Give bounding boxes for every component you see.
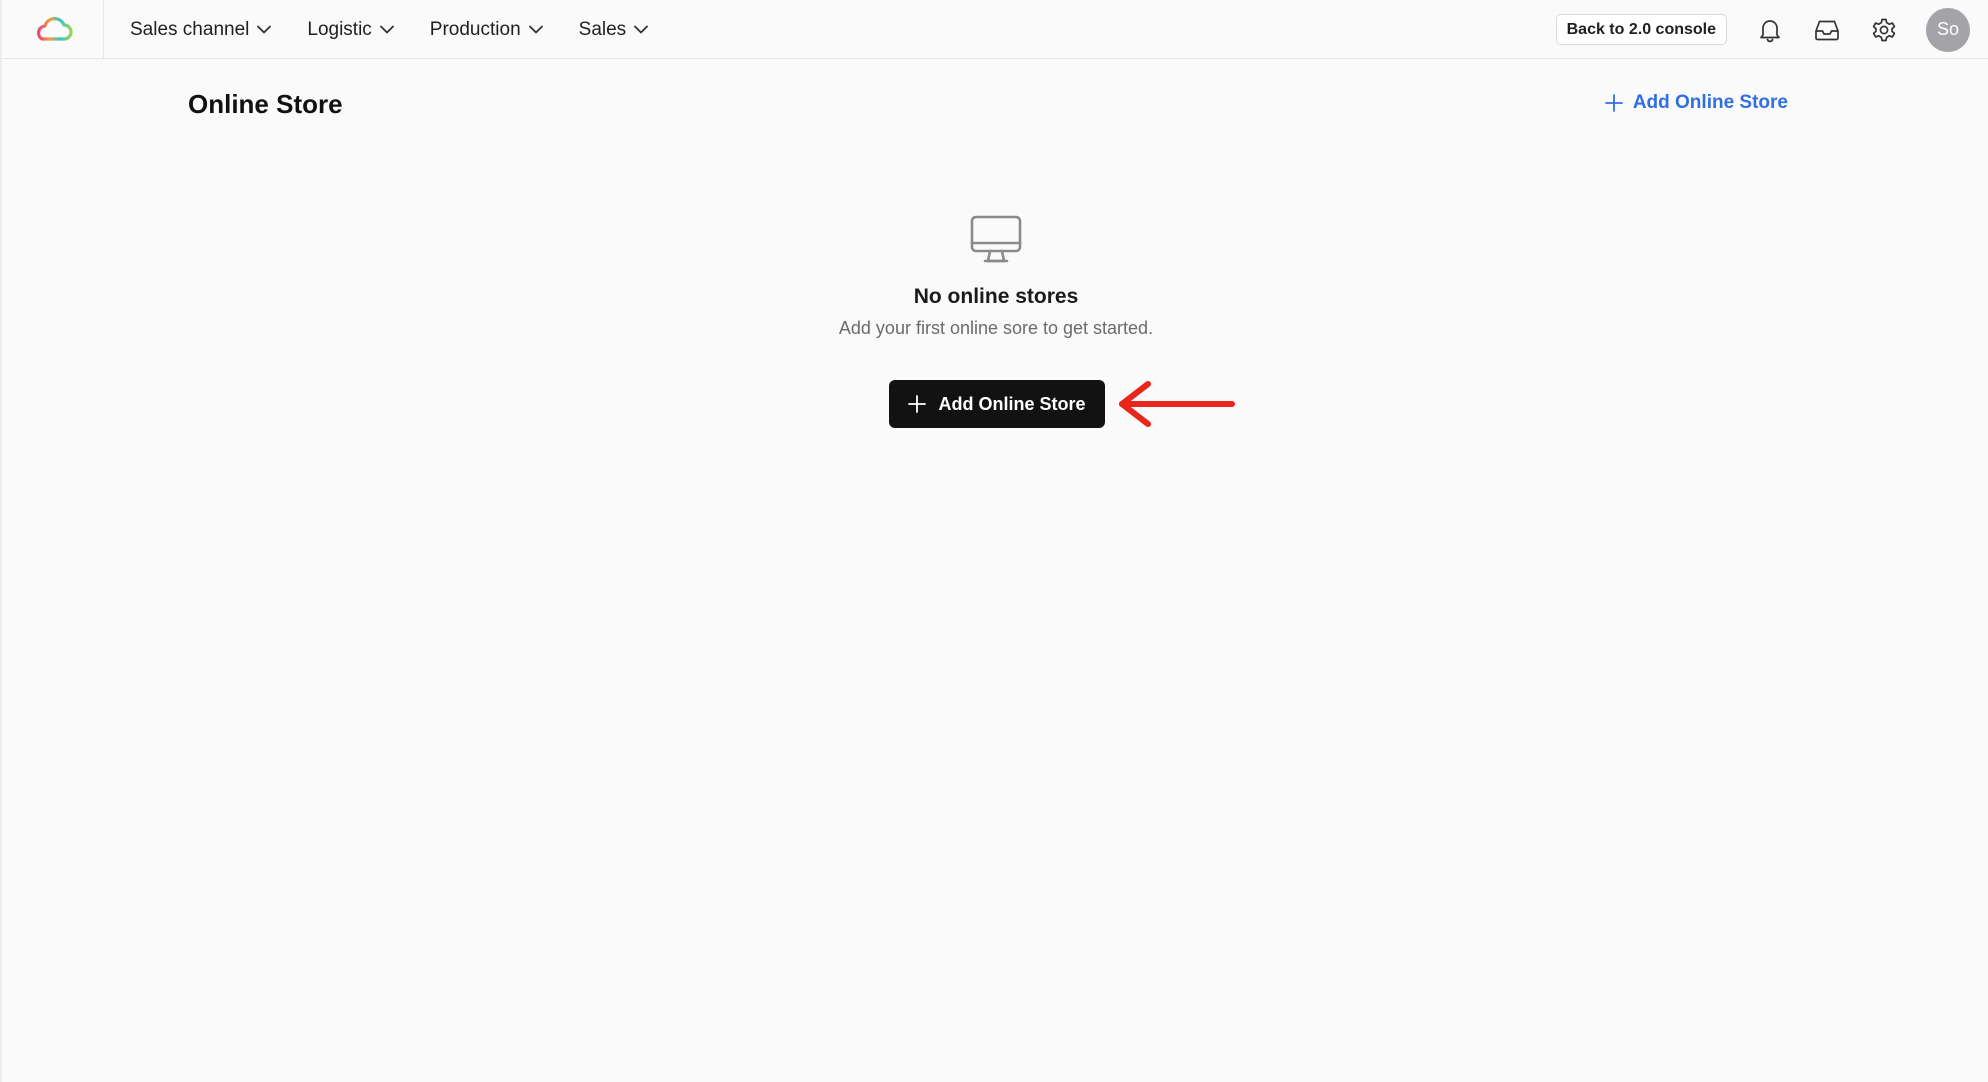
- chevron-down-icon: [528, 25, 543, 34]
- chevron-down-icon: [634, 25, 649, 34]
- annotation-arrow-icon: [1119, 381, 1235, 427]
- header-add-online-store-button[interactable]: Add Online Store: [1604, 92, 1788, 114]
- top-nav-bar: Sales channel Logistic Production Sales: [2, 0, 1988, 59]
- nav-sales[interactable]: Sales: [579, 19, 649, 41]
- nav-sales-channel-label: Sales channel: [130, 18, 250, 40]
- nav-logistic-label: Logistic: [307, 18, 372, 40]
- avatar[interactable]: So: [1926, 7, 1970, 52]
- back-to-console-button[interactable]: Back to 2.0 console: [1555, 14, 1727, 45]
- cloud-logo-icon: [36, 16, 73, 41]
- plus-icon: [1604, 94, 1623, 112]
- chevron-down-icon: [257, 25, 272, 34]
- header-add-online-store-label: Add Online Store: [1632, 92, 1788, 113]
- gear-icon[interactable]: [1869, 15, 1899, 45]
- app-root: Sales channel Logistic Production Sales: [0, 0, 1988, 1082]
- main-nav: Sales channel Logistic Production Sales: [130, 0, 684, 59]
- logo[interactable]: [2, 0, 104, 59]
- plus-icon: [908, 395, 927, 413]
- empty-state: No online stores Add your first online s…: [2, 212, 1988, 339]
- nav-production-label: Production: [429, 18, 521, 40]
- empty-state-title: No online stores: [913, 285, 1079, 308]
- page-title: Online Store: [188, 89, 343, 119]
- top-right-tools: Back to 2.0 console So: [1555, 0, 1970, 59]
- monitor-icon: [968, 212, 1024, 268]
- bell-icon[interactable]: [1755, 15, 1785, 45]
- add-online-store-button[interactable]: Add Online Store: [889, 380, 1105, 428]
- nav-sales-channel[interactable]: Sales channel: [130, 18, 272, 41]
- nav-sales-label: Sales: [578, 18, 627, 40]
- inbox-icon[interactable]: [1812, 15, 1842, 45]
- empty-state-subtitle: Add your first online sore to get starte…: [838, 318, 1154, 338]
- chevron-down-icon: [379, 25, 394, 34]
- add-online-store-button-label: Add Online Store: [938, 393, 1086, 414]
- nav-logistic[interactable]: Logistic: [307, 18, 394, 41]
- nav-production[interactable]: Production: [430, 19, 543, 41]
